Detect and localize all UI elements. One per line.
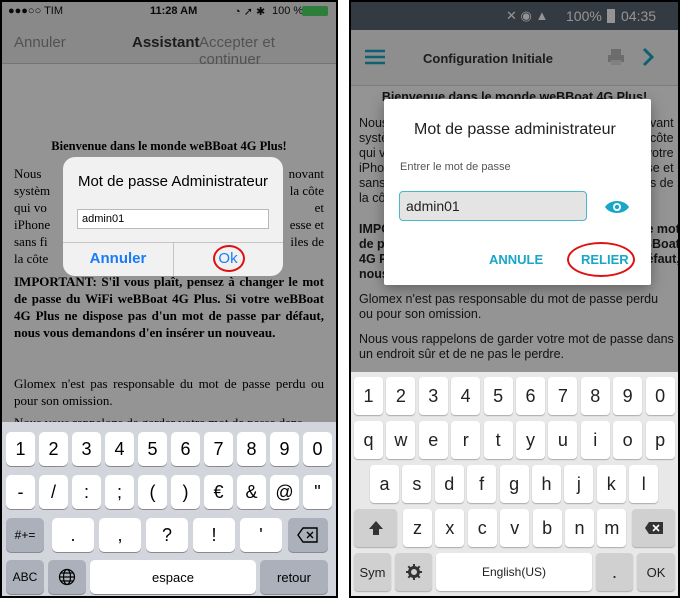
symbol-key[interactable]: - xyxy=(6,475,35,509)
punct-key[interactable]: . xyxy=(52,518,94,552)
symbol-key[interactable]: / xyxy=(39,475,68,509)
symbol-key[interactable]: ( xyxy=(138,475,167,509)
symbol-key[interactable]: & xyxy=(237,475,266,509)
key-2[interactable]: 2 xyxy=(386,377,416,415)
password-dialog: Mot de passe administrateur Entrer le mo… xyxy=(384,99,651,285)
key-0[interactable]: 0 xyxy=(303,432,332,466)
android-screen: ✕ ◉ ▲ 100% 04:35 Configuration Initiale … xyxy=(349,0,680,598)
space-key[interactable]: espace xyxy=(90,560,256,594)
key-g[interactable]: g xyxy=(499,465,529,503)
key-v[interactable]: v xyxy=(500,509,530,547)
sym-key[interactable]: Sym xyxy=(354,553,391,591)
key-n[interactable]: n xyxy=(565,509,594,547)
key-u[interactable]: u xyxy=(548,421,578,459)
key-o[interactable]: o xyxy=(613,421,643,459)
symbol-key[interactable]: @ xyxy=(270,475,299,509)
password-alert: Mot de passe Administrateur admin01 Annu… xyxy=(63,157,283,276)
key-y[interactable]: y xyxy=(516,421,545,459)
key-j[interactable]: j xyxy=(564,465,594,503)
punct-key[interactable]: ' xyxy=(240,518,282,552)
key-t[interactable]: t xyxy=(483,421,513,459)
punct-key[interactable]: , xyxy=(99,518,141,552)
eye-icon xyxy=(605,201,629,213)
key-s[interactable]: s xyxy=(402,465,432,503)
dialog-title: Mot de passe administrateur xyxy=(414,121,616,138)
key-q[interactable]: q xyxy=(354,421,383,459)
key-5[interactable]: 5 xyxy=(483,377,513,415)
key-z[interactable]: z xyxy=(403,509,432,547)
key-l[interactable]: l xyxy=(629,465,659,503)
symbol-key[interactable]: € xyxy=(204,475,233,509)
shift-key[interactable] xyxy=(354,509,397,547)
key-9[interactable]: 9 xyxy=(613,377,643,415)
key-p[interactable]: p xyxy=(645,421,675,459)
symbol-key[interactable]: " xyxy=(303,475,332,509)
highlight-circle xyxy=(567,242,635,277)
backspace-key[interactable] xyxy=(288,518,328,552)
punct-key[interactable]: ! xyxy=(193,518,235,552)
key-1[interactable]: 1 xyxy=(354,377,383,415)
key-d[interactable]: d xyxy=(434,465,464,503)
key-a[interactable]: a xyxy=(370,465,399,503)
key-3[interactable]: 3 xyxy=(72,432,101,466)
key-6[interactable]: 6 xyxy=(516,377,545,415)
key-0[interactable]: 0 xyxy=(645,377,675,415)
key-x[interactable]: x xyxy=(435,509,465,547)
password-input[interactable]: admin01 xyxy=(399,191,587,221)
space-key[interactable]: English(US) xyxy=(436,553,592,591)
key-9[interactable]: 9 xyxy=(270,432,299,466)
return-key[interactable]: retour xyxy=(260,560,328,594)
highlight-circle xyxy=(213,245,245,272)
key-r[interactable]: r xyxy=(451,421,481,459)
dialog-field-label: Entrer le mot de passe xyxy=(400,161,511,173)
key-4[interactable]: 4 xyxy=(105,432,134,466)
key-8[interactable]: 8 xyxy=(580,377,610,415)
backspace-icon xyxy=(644,522,663,534)
key-k[interactable]: k xyxy=(596,465,626,503)
gear-icon xyxy=(405,564,422,580)
key-e[interactable]: e xyxy=(418,421,448,459)
key-1[interactable]: 1 xyxy=(6,432,35,466)
shift-arrow-icon xyxy=(368,521,383,535)
key-5[interactable]: 5 xyxy=(138,432,167,466)
password-input[interactable]: admin01 xyxy=(77,209,269,229)
symbol-key[interactable]: : xyxy=(72,475,101,509)
symbols-toggle-key[interactable]: #+= xyxy=(6,518,44,552)
ok-key[interactable]: OK xyxy=(637,553,675,591)
key-h[interactable]: h xyxy=(532,465,561,503)
symbol-key[interactable]: ; xyxy=(105,475,134,509)
key-i[interactable]: i xyxy=(580,421,610,459)
period-key[interactable]: . xyxy=(596,553,633,591)
key-b[interactable]: b xyxy=(532,509,562,547)
symbol-key[interactable]: ) xyxy=(171,475,200,509)
key-4[interactable]: 4 xyxy=(451,377,481,415)
backspace-key[interactable] xyxy=(632,509,675,547)
key-6[interactable]: 6 xyxy=(171,432,200,466)
key-w[interactable]: w xyxy=(386,421,416,459)
alert-cancel-button[interactable]: Annuler xyxy=(63,250,173,267)
dialog-cancel-button[interactable]: ANNULE xyxy=(489,252,543,267)
key-3[interactable]: 3 xyxy=(418,377,448,415)
punct-key[interactable]: ? xyxy=(146,518,188,552)
globe-icon xyxy=(58,568,76,586)
key-2[interactable]: 2 xyxy=(39,432,68,466)
key-8[interactable]: 8 xyxy=(237,432,266,466)
key-f[interactable]: f xyxy=(467,465,497,503)
android-keyboard: 1234567890 qwertyuiop asdfghjkl zxcvbnm … xyxy=(351,372,678,596)
ios-screen: ●●●○○ TIM 11:28 AM ◔ ➚ ✱ 100 % Annuler A… xyxy=(0,0,338,598)
alert-title: Mot de passe Administrateur xyxy=(77,173,269,190)
key-c[interactable]: c xyxy=(467,509,497,547)
key-7[interactable]: 7 xyxy=(204,432,233,466)
show-password-toggle[interactable] xyxy=(604,199,630,220)
key-m[interactable]: m xyxy=(597,509,627,547)
backspace-icon xyxy=(297,527,318,543)
key-7[interactable]: 7 xyxy=(548,377,578,415)
globe-key[interactable] xyxy=(48,560,86,594)
settings-key[interactable] xyxy=(395,553,432,591)
ios-keyboard: 1234567890 - /:;() € & @ " #+= .,?! ' ABC espa… xyxy=(2,422,336,596)
abc-key[interactable]: ABC xyxy=(6,560,44,594)
